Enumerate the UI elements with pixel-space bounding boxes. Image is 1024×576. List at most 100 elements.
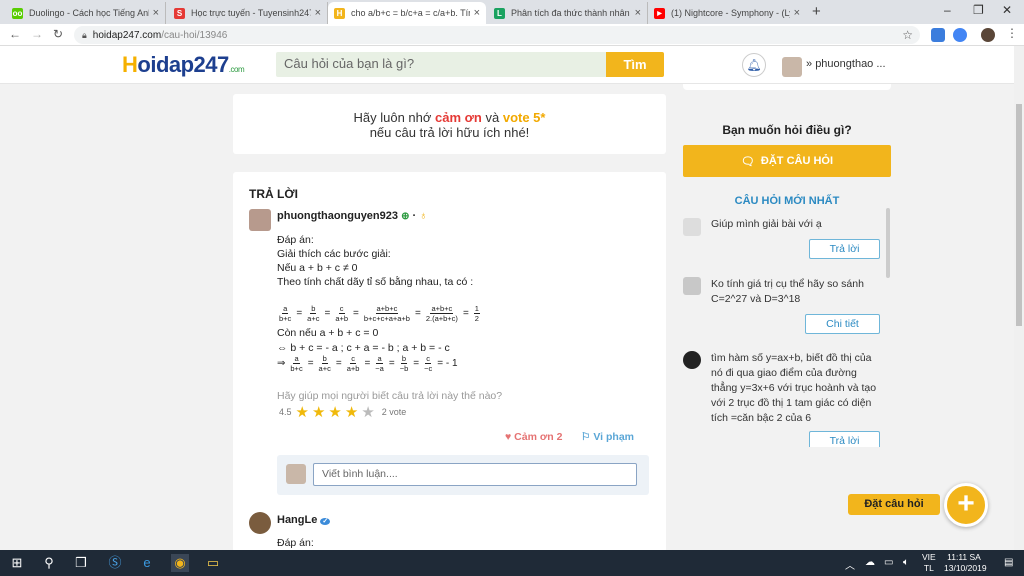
cloud-icon[interactable]: ☁ (865, 557, 875, 568)
answer-button[interactable]: Trả lời (809, 431, 880, 447)
commenter-avatar (286, 464, 306, 484)
battery-icon[interactable]: ▭ (884, 557, 893, 568)
star-icon[interactable]: ★ (328, 403, 341, 421)
answerer-name[interactable]: HangLe ✓ (277, 514, 331, 526)
search-button[interactable]: Tìm (606, 52, 664, 77)
new-questions-title: CÂU HỎI MỚI NHẤT (734, 195, 840, 207)
language-indicator[interactable]: VIE TL (922, 552, 936, 574)
volume-icon[interactable]: 🔈︎ (903, 557, 909, 568)
star-icon[interactable]: ★ (296, 403, 309, 421)
windows-start-icon[interactable]: ⊞ (8, 554, 26, 572)
question-text[interactable]: tìm hàm số y=ax+b, biết đồ thị của nó đi… (711, 351, 881, 426)
menu-kebab-icon[interactable]: ⋮ (1006, 26, 1018, 40)
verified-download-icon: ⊕ (401, 211, 410, 222)
back-icon[interactable]: ← (9, 27, 21, 41)
answer-button[interactable]: Trả lời (809, 239, 880, 259)
thanks-button[interactable]: ♥ Cảm ơn 2 (505, 431, 562, 443)
forward-icon[interactable]: → (31, 27, 43, 41)
close-icon[interactable]: × (474, 7, 480, 19)
user-avatar[interactable] (782, 57, 802, 77)
file-explorer-icon[interactable]: ▭ (204, 554, 222, 572)
bookmark-star-icon[interactable]: ☆ (902, 28, 913, 42)
search-icon[interactable]: ⚲ (40, 554, 58, 572)
question-text[interactable]: Ko tính giá trị cụ thể hãy so sánh C=2^2… (711, 277, 881, 307)
tab-tuyensinh[interactable]: S Học trực tuyến - Tuyensinh247.co × (168, 2, 328, 24)
asker-avatar (683, 218, 701, 236)
equation-1: a b+c = b a+c = c a+b = a+b+c b+c+c+a+a+b = a+b+… (279, 304, 480, 323)
tab-hoidap-active[interactable]: H cho a/b+c = b/c+a = c/a+b. Tính × (328, 2, 486, 24)
duolingo-icon: oo (12, 7, 23, 19)
tab-duolingo[interactable]: oo Duolingo - Cách học Tiếng Anh n × (6, 2, 166, 24)
questions-scrollbar[interactable] (886, 208, 890, 278)
vote-count: 2 vote (381, 407, 407, 417)
equation-2: ⇒ a b+c = b a+c = c a+b = a −a = b −b = c −c = - 1 (277, 354, 458, 373)
close-icon[interactable]: × (635, 7, 641, 19)
star-icon[interactable]: ★ (345, 403, 358, 421)
minimize-icon[interactable]: – (944, 3, 951, 17)
tab-title: (1) Nightcore - Symphony - (Lyric (671, 8, 790, 18)
question-text[interactable]: Giúp mình giải bài với ạ (711, 217, 881, 232)
notification-bell-icon[interactable]: 🔔︎ (742, 53, 766, 77)
comment-box: Viết bình luận.... (277, 455, 649, 495)
report-button[interactable]: ⚐ Vi phạm (581, 431, 634, 443)
close-icon[interactable]: × (153, 7, 159, 19)
answers-panel: TRẢ LỜI phuongthaonguyen923 ⊕ · ♁ Đáp án… (233, 172, 666, 552)
clock[interactable]: 11:11 SA 13/10/2019 (944, 552, 987, 574)
maximize-icon[interactable]: ❐ (973, 3, 984, 17)
lock-icon: 🔒︎ (82, 29, 87, 40)
reload-icon[interactable]: ↻ (53, 27, 63, 41)
loigiaihay-icon: L (494, 7, 505, 19)
chat-bubbles-icon: 🗨︎ (740, 155, 755, 168)
youtube-icon: ▶ (654, 7, 665, 19)
task-view-icon[interactable]: ❒ (72, 554, 90, 572)
floating-ask-label[interactable]: Đặt câu hỏi (848, 494, 940, 515)
answerer-avatar[interactable] (249, 512, 271, 534)
search-input[interactable]: Câu hỏi của bạn là gì? (276, 52, 606, 77)
extension-icon[interactable] (953, 28, 967, 42)
close-icon[interactable]: × (794, 7, 800, 19)
url-path: /cau-hoi/13946 (161, 29, 228, 41)
tab-title: Phân tích đa thức thành nhân tử (511, 8, 631, 18)
tab-title: Duolingo - Cách học Tiếng Anh n (29, 8, 149, 18)
answer-text: Theo tính chất dãy tỉ số bằng nhau, ta c… (277, 276, 474, 288)
new-tab-button[interactable]: + (812, 3, 821, 20)
rating-row: 4.5 ★ ★ ★ ★ ★ 2 vote (277, 403, 406, 421)
floating-add-button[interactable]: + (944, 483, 988, 527)
hoidap-icon: H (334, 7, 345, 19)
ask-title: Bạn muốn hỏi điều gì? (722, 123, 852, 137)
extension-icon[interactable] (931, 28, 945, 42)
edge-icon[interactable]: e (138, 554, 156, 572)
answer-text: Đáp án: (277, 234, 314, 246)
notification-center-icon[interactable]: ▤ (1004, 557, 1013, 568)
username[interactable]: » phuongthao ... (806, 58, 886, 70)
star-icon[interactable]: ★ (361, 403, 374, 421)
browser-tab-bar: oo Duolingo - Cách học Tiếng Anh n × S H… (0, 0, 1024, 24)
answer-text: Nếu a + b + c ≠ 0 (277, 262, 358, 274)
verified-check-icon: ✓ (320, 518, 331, 525)
sidebar-card-bottom (683, 84, 891, 90)
tab-youtube[interactable]: ▶ (1) Nightcore - Symphony - (Lyric × (648, 2, 806, 24)
tab-title: Học trực tuyến - Tuyensinh247.co (191, 8, 311, 18)
address-bar: ← → ↻ 🔒︎ hoidap247.com/cau-hoi/13946 ☆ ⋮ (0, 24, 1024, 46)
star-icon[interactable]: ★ (312, 403, 325, 421)
tray-chevron-icon[interactable]: ︿ (845, 557, 855, 572)
answerer-name[interactable]: phuongthaonguyen923 ⊕ · ♁ (277, 210, 428, 222)
profile-avatar[interactable] (981, 28, 995, 42)
skype-icon[interactable]: Ⓢ (106, 554, 124, 572)
answerer-avatar[interactable] (249, 209, 271, 231)
answer-text: ⇔ b + c = - a ; c + a = - b ; a + b = - … (277, 342, 450, 354)
hoidap247-logo[interactable]: Hoidap247.com (122, 52, 245, 78)
window-close-icon[interactable]: ✕ (1002, 3, 1012, 17)
detail-button[interactable]: Chi tiết (805, 314, 880, 334)
url-host: hoidap247.com (92, 29, 162, 41)
comment-input[interactable]: Viết bình luận.... (313, 463, 637, 486)
tab-loigiaihay[interactable]: L Phân tích đa thức thành nhân tử × (488, 2, 648, 24)
url-field[interactable]: 🔒︎ hoidap247.com/cau-hoi/13946 ☆ (74, 26, 920, 44)
site-header: Hoidap247.com Câu hỏi của bạn là gì? Tìm… (0, 46, 1024, 84)
close-icon[interactable]: × (315, 7, 321, 19)
ask-question-button[interactable]: 🗨︎ ĐẶT CÂU HỎI (683, 145, 891, 177)
answer-text: Còn nếu a + b + c = 0 (277, 327, 379, 339)
chrome-icon[interactable]: ◉ (171, 554, 189, 572)
scrollbar-thumb[interactable] (1016, 104, 1022, 326)
page-scrollbar[interactable] (1014, 46, 1024, 550)
